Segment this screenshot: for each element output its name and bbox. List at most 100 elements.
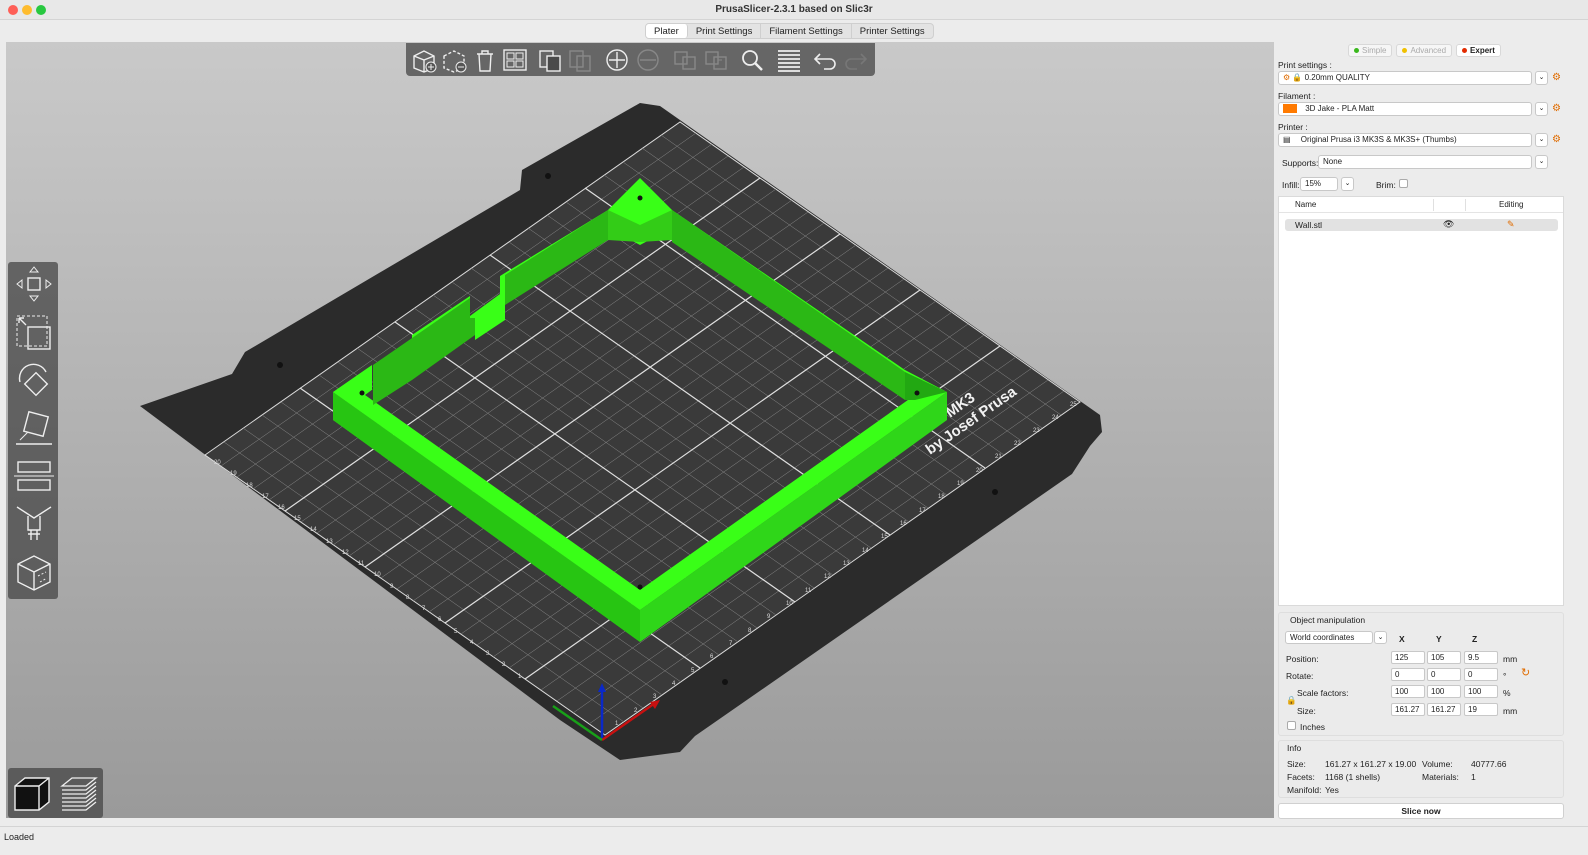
filament-gear-icon[interactable]: ⚙ <box>1552 104 1562 114</box>
status-bar: Loaded <box>0 826 1588 855</box>
scale-x-field[interactable]: 100 <box>1391 685 1425 698</box>
top-toolbar <box>406 43 875 76</box>
infill-dropdown-chevron-down-icon[interactable]: ⌄ <box>1341 177 1354 191</box>
split-parts-icon[interactable] <box>703 47 729 73</box>
axis-y-label: Y <box>1436 634 1442 644</box>
rotate-z-field[interactable]: 0 <box>1464 668 1498 681</box>
column-name[interactable]: Name <box>1295 200 1316 209</box>
remove-instance-icon[interactable] <box>635 47 661 73</box>
inches-checkbox[interactable] <box>1287 721 1296 730</box>
brim-label: Brim: <box>1376 180 1396 190</box>
mode-expert-button[interactable]: Expert <box>1456 44 1501 57</box>
tab-bar: Plater Print Settings Filament Settings … <box>0 20 1588 42</box>
cut-icon[interactable] <box>14 456 54 496</box>
column-editing[interactable]: Editing <box>1499 200 1523 209</box>
3d-viewport[interactable]: MK3 by Josef Prusa 25 24 23 22 21 20 19 … <box>6 42 1274 818</box>
seam-icon[interactable] <box>14 552 54 592</box>
info-size-label: Size: <box>1287 759 1306 769</box>
mode-advanced-button[interactable]: Advanced <box>1396 44 1453 57</box>
rotate-icon[interactable] <box>14 360 54 400</box>
tab-filament-settings[interactable]: Filament Settings <box>761 24 852 38</box>
move-icon[interactable] <box>14 264 54 304</box>
mode-simple-button[interactable]: Simple <box>1348 44 1393 57</box>
column-divider <box>1465 199 1466 211</box>
filament-combo[interactable]: 3D Jake - PLA Matt <box>1278 102 1532 116</box>
paste-icon[interactable] <box>567 47 593 73</box>
scale-icon[interactable] <box>14 312 54 352</box>
info-size-value: 161.27 x 161.27 x 19.00 <box>1325 759 1417 769</box>
rotate-label: Rotate: <box>1286 671 1314 681</box>
lock-scale-icon[interactable]: 🔒 <box>1286 695 1297 706</box>
coordinates-combo[interactable]: World coordinates <box>1285 631 1373 644</box>
advanced-mode-dot <box>1402 48 1408 53</box>
edit-icon[interactable]: ✎ <box>1507 219 1515 230</box>
tab-print-settings[interactable]: Print Settings <box>688 24 762 38</box>
infill-combo[interactable]: 15% <box>1300 177 1338 191</box>
place-on-face-icon[interactable] <box>14 408 54 448</box>
eye-icon[interactable]: 👁 <box>1443 219 1454 230</box>
svg-text:17: 17 <box>262 494 269 500</box>
svg-text:14: 14 <box>310 527 317 533</box>
simple-mode-dot <box>1354 48 1359 53</box>
arrange-icon[interactable] <box>502 47 528 73</box>
expert-mode-dot <box>1462 48 1468 53</box>
status-text: Loaded <box>4 832 35 842</box>
size-x-field[interactable]: 161.27 <box>1391 703 1425 716</box>
undo-icon[interactable] <box>812 47 838 73</box>
svg-text:10: 10 <box>786 601 793 607</box>
printer-gear-icon[interactable]: ⚙ <box>1552 135 1562 145</box>
reset-rotation-icon[interactable]: ↻ <box>1521 666 1530 679</box>
svg-text:12: 12 <box>342 550 349 556</box>
print-settings-gear-icon[interactable]: ⚙ <box>1552 73 1562 83</box>
size-z-field[interactable]: 19 <box>1464 703 1498 716</box>
info-panel: Info Size: 161.27 x 161.27 x 19.00 Volum… <box>1278 740 1564 798</box>
add-instance-icon[interactable] <box>604 47 630 73</box>
axis-z-label: Z <box>1472 634 1478 644</box>
printer-combo[interactable]: ▤ Original Prusa i3 MK3S & MK3S+ (Thumbs… <box>1278 133 1532 147</box>
tab-printer-settings[interactable]: Printer Settings <box>852 24 933 38</box>
size-y-field[interactable]: 161.27 <box>1427 703 1461 716</box>
printer-dropdown-chevron-down-icon[interactable]: ⌄ <box>1535 133 1548 147</box>
svg-text:22: 22 <box>1014 441 1021 447</box>
supports-combo[interactable]: None <box>1318 155 1532 169</box>
infill-label: Infill: <box>1282 180 1300 190</box>
supports-label: Supports: <box>1282 158 1319 168</box>
svg-text:13: 13 <box>326 539 333 545</box>
layers-icon[interactable] <box>776 47 802 73</box>
copy-icon[interactable] <box>537 47 563 73</box>
object-manipulation-title: Object manipulation <box>1290 615 1366 625</box>
preview-layers-icon[interactable] <box>58 772 100 814</box>
object-list-header: Name Editing <box>1279 197 1563 213</box>
tab-plater[interactable]: Plater <box>646 24 688 38</box>
inches-label: Inches <box>1300 722 1326 732</box>
search-icon[interactable] <box>739 47 765 73</box>
position-y-field[interactable]: 105 <box>1427 651 1461 664</box>
gear-icon: ⚙ <box>1283 73 1291 82</box>
info-facets-label: Facets: <box>1287 772 1315 782</box>
3d-view-icon[interactable] <box>11 772 53 814</box>
rotate-y-field[interactable]: 0 <box>1427 668 1461 681</box>
brim-checkbox[interactable] <box>1399 179 1408 188</box>
paint-supports-icon[interactable] <box>14 504 54 544</box>
slice-now-button[interactable]: Slice now <box>1278 803 1564 819</box>
position-z-field[interactable]: 9.5 <box>1464 651 1498 664</box>
split-objects-icon[interactable] <box>672 47 698 73</box>
printer-icon: ▤ <box>1283 135 1291 144</box>
supports-dropdown-chevron-down-icon[interactable]: ⌄ <box>1535 155 1548 169</box>
delete-icon[interactable] <box>441 47 467 73</box>
coordinates-dropdown-chevron-down-icon[interactable]: ⌄ <box>1374 631 1387 644</box>
printer-value: Original Prusa i3 MK3S & MK3S+ (Thumbs) <box>1300 135 1457 144</box>
print-settings-combo[interactable]: ⚙ 🔒 0.20mm QUALITY <box>1278 71 1532 85</box>
filament-dropdown-chevron-down-icon[interactable]: ⌄ <box>1535 102 1548 116</box>
scale-z-field[interactable]: 100 <box>1464 685 1498 698</box>
add-icon[interactable] <box>411 47 437 73</box>
rotate-x-field[interactable]: 0 <box>1391 668 1425 681</box>
object-row-wall[interactable]: Wall.stl 👁 ✎ <box>1285 219 1558 231</box>
svg-text:16: 16 <box>900 521 907 527</box>
print-settings-dropdown-chevron-down-icon[interactable]: ⌄ <box>1535 71 1548 85</box>
position-label: Position: <box>1286 654 1319 664</box>
redo-icon[interactable] <box>843 47 869 73</box>
delete-all-icon[interactable] <box>472 47 498 73</box>
scale-y-field[interactable]: 100 <box>1427 685 1461 698</box>
position-x-field[interactable]: 125 <box>1391 651 1425 664</box>
